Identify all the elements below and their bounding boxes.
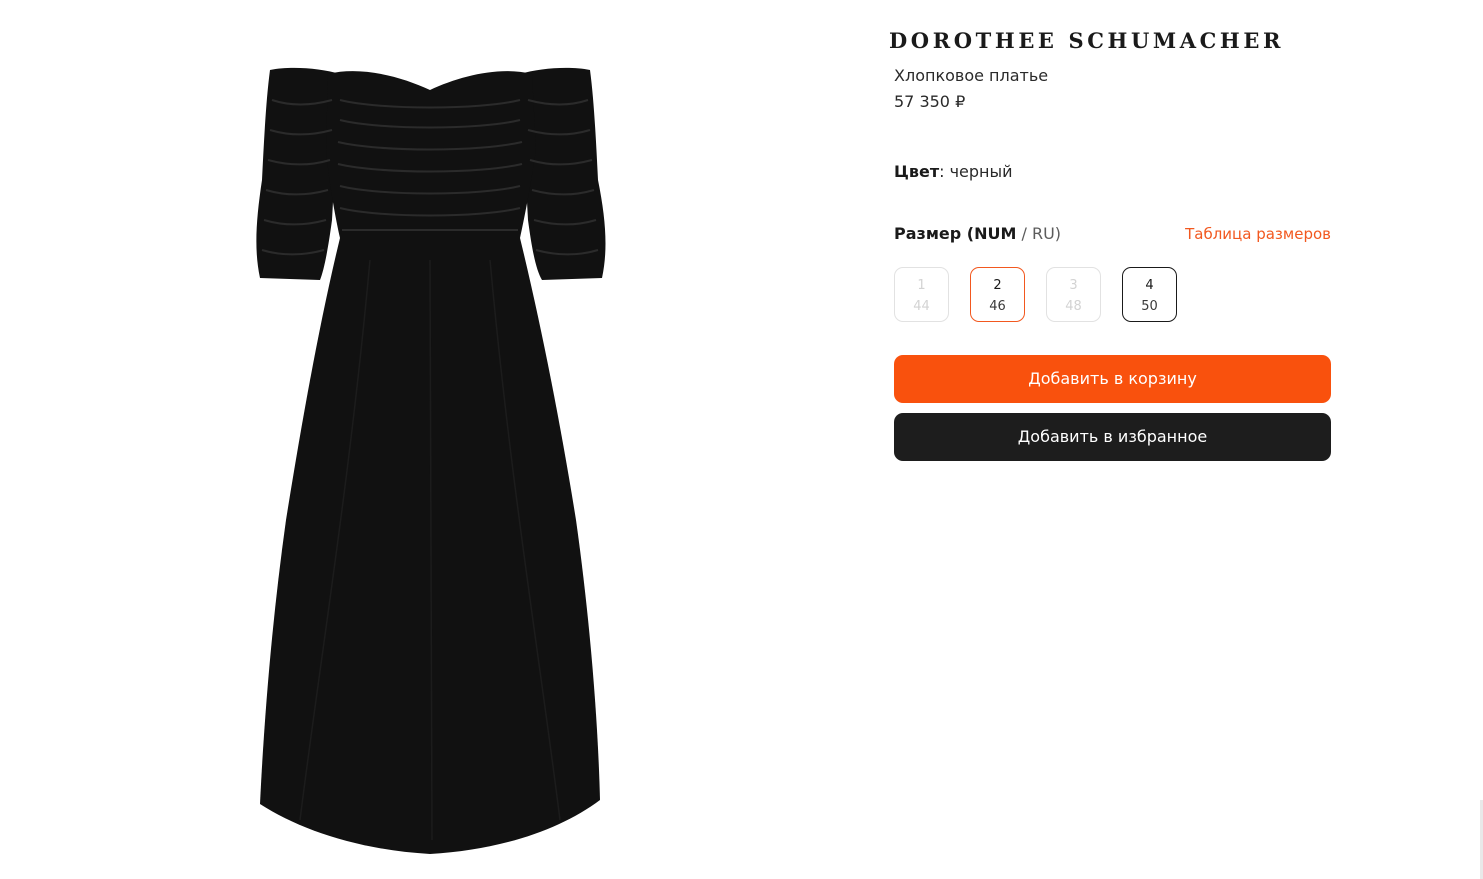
size-num: 1 — [917, 278, 926, 293]
color-info: Цвет: черный — [894, 162, 1013, 181]
size-option-4[interactable]: 4 50 — [1122, 267, 1177, 322]
size-ru: 46 — [989, 299, 1006, 314]
add-to-cart-button[interactable]: Добавить в корзину — [894, 355, 1331, 403]
size-option-2[interactable]: 2 46 — [970, 267, 1025, 322]
brand-name[interactable]: DOROTHEE SCHUMACHER — [889, 28, 1334, 53]
size-option-1[interactable]: 1 44 — [894, 267, 949, 322]
color-label: Цвет — [894, 162, 940, 181]
color-value: черный — [949, 162, 1013, 181]
size-label-num: Размер (NUM — [894, 224, 1017, 243]
size-selector: 1 44 2 46 3 48 4 50 — [894, 267, 1331, 324]
size-ru: 50 — [1141, 299, 1158, 314]
size-num: 4 — [1145, 278, 1154, 293]
size-option-3[interactable]: 3 48 — [1046, 267, 1101, 322]
product-image[interactable] — [240, 60, 620, 860]
size-num: 3 — [1069, 278, 1078, 293]
size-ru: 48 — [1065, 299, 1082, 314]
size-label-ru: / RU) — [1016, 224, 1062, 243]
product-price: 57 350 ₽ — [894, 92, 966, 111]
color-separator: : — [939, 162, 950, 181]
size-label: Размер (NUM / RU) — [894, 224, 1061, 243]
size-num: 2 — [993, 278, 1002, 293]
product-info-panel: DOROTHEE SCHUMACHER Хлопковое платье 57 … — [889, 0, 1331, 879]
product-title: Хлопковое платье — [894, 66, 1049, 85]
size-ru: 44 — [913, 299, 930, 314]
product-gallery — [0, 0, 860, 879]
size-header: Размер (NUM / RU) Таблица размеров — [894, 224, 1331, 246]
add-to-favorites-button[interactable]: Добавить в избранное — [894, 413, 1331, 461]
size-chart-link[interactable]: Таблица размеров — [1185, 225, 1331, 243]
